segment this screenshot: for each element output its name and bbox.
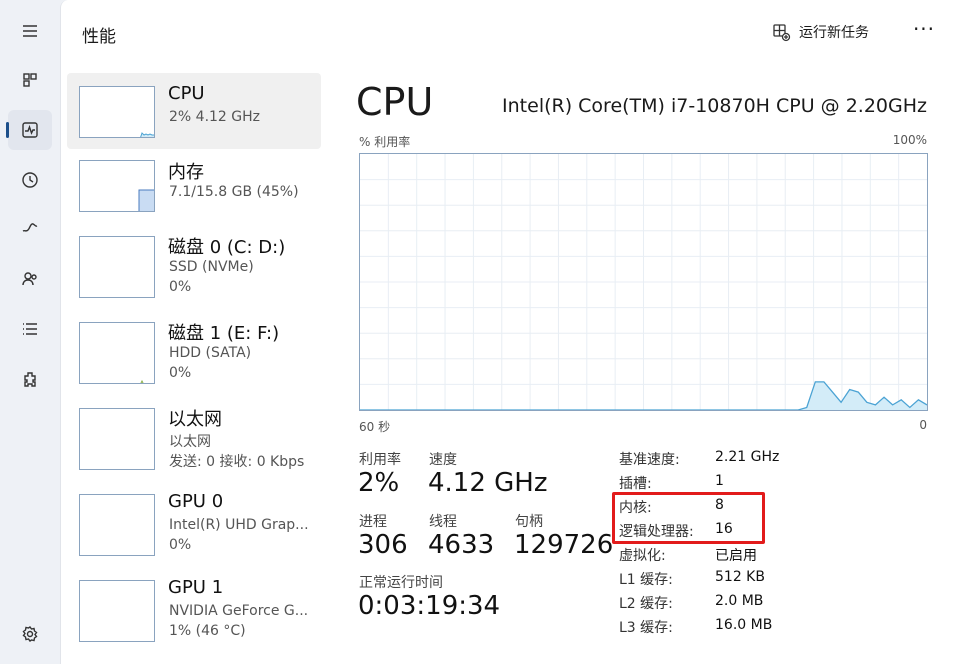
utilization-label: 利用率 xyxy=(359,452,401,468)
device-name: GPU 1 xyxy=(168,577,224,598)
graph-y-max: 100% xyxy=(892,133,927,147)
disk1-thumbnail xyxy=(79,322,155,384)
threads-value: 4633 xyxy=(428,530,495,560)
uptime-label: 正常运行时间 xyxy=(359,575,443,591)
run-new-task-button[interactable]: 运行新任务 xyxy=(771,20,869,44)
startup-apps-icon[interactable] xyxy=(8,209,52,249)
handles-value: 129726 xyxy=(514,530,614,560)
gpu1-thumbnail xyxy=(79,580,155,642)
spec-label: L2 缓存: xyxy=(619,596,673,612)
device-item-gpu0[interactable]: GPU 0 Intel(R) UHD Grap... 0% xyxy=(67,483,321,569)
device-sub: 0% xyxy=(169,537,192,553)
speed-label: 速度 xyxy=(429,452,457,468)
spec-value: 2.21 GHz xyxy=(715,449,780,465)
device-sub: 2% 4.12 GHz xyxy=(169,109,261,125)
device-sub: HDD (SATA) xyxy=(169,345,252,361)
processes-value: 306 xyxy=(358,530,408,560)
graph-time-label: 60 秒 xyxy=(359,420,391,434)
device-sub: 0% xyxy=(169,279,192,295)
device-list: CPU 2% 4.12 GHz 内存 7.1/15.8 GB (45%) 磁盘 … xyxy=(67,73,321,655)
run-new-task-label: 运行新任务 xyxy=(799,25,869,41)
device-sub: 1% (46 °C) xyxy=(169,623,246,639)
device-sub: 7.1/15.8 GB (45%) xyxy=(169,184,299,200)
device-name: 磁盘 1 (E: F:) xyxy=(168,323,280,344)
device-sub: NVIDIA GeForce G... xyxy=(169,603,309,619)
spec-value: 16.0 MB xyxy=(715,617,773,633)
disk0-thumbnail xyxy=(79,236,155,298)
spec-value: 2.0 MB xyxy=(715,593,764,609)
detail-title: CPU xyxy=(356,80,434,124)
cpu-graph-svg xyxy=(360,154,928,411)
details-icon[interactable] xyxy=(8,309,52,349)
graph-zero-label: 0 xyxy=(919,418,927,432)
cpu-model-name: Intel(R) Core(TM) i7-10870H CPU @ 2.20GH… xyxy=(502,95,927,117)
graph-y-label: % 利用率 xyxy=(359,135,411,149)
spec-value: 已启用 xyxy=(715,548,757,564)
device-item-gpu1[interactable]: GPU 1 NVIDIA GeForce G... 1% (46 °C) xyxy=(67,569,321,655)
device-name: 内存 xyxy=(168,162,204,183)
spec-label: L1 缓存: xyxy=(619,572,673,588)
handles-label: 句柄 xyxy=(515,514,543,530)
device-name: 以太网 xyxy=(168,409,222,430)
more-options-button[interactable]: ··· xyxy=(909,19,939,44)
threads-label: 线程 xyxy=(429,514,457,530)
nav-rail xyxy=(0,0,60,664)
cpu-thumbnail xyxy=(79,86,155,138)
processes-icon[interactable] xyxy=(8,60,52,100)
gpu0-thumbnail xyxy=(79,494,155,556)
spec-label: 虚拟化: xyxy=(619,548,666,564)
services-icon[interactable] xyxy=(8,360,52,400)
spec-label: 插槽: xyxy=(619,476,652,492)
device-item-disk0[interactable]: 磁盘 0 (C: D:) SSD (NVMe) 0% xyxy=(67,225,321,311)
uptime-value: 0:03:19:34 xyxy=(358,591,501,621)
device-sub: SSD (NVMe) xyxy=(169,259,254,275)
main-panel: 性能 运行新任务 ··· CPU 2% 4.12 GHz 内存 7.1/15.8… xyxy=(60,0,957,664)
ethernet-thumbnail xyxy=(79,408,155,470)
highlight-box xyxy=(612,492,765,544)
device-name: CPU xyxy=(168,83,205,104)
device-name: 磁盘 0 (C: D:) xyxy=(168,237,286,258)
page-title: 性能 xyxy=(82,27,116,47)
device-sub: 发送: 0 接收: 0 Kbps xyxy=(169,454,305,470)
utilization-value: 2% xyxy=(358,468,400,498)
device-sub: 0% xyxy=(169,365,192,381)
users-icon[interactable] xyxy=(8,259,52,299)
spec-value: 512 KB xyxy=(715,569,765,585)
spec-value: 1 xyxy=(715,473,724,489)
device-item-memory[interactable]: 内存 7.1/15.8 GB (45%) xyxy=(67,149,321,225)
device-sub: 以太网 xyxy=(169,434,211,450)
run-task-icon xyxy=(773,24,791,42)
cpu-utilization-graph xyxy=(359,153,928,411)
device-item-disk1[interactable]: 磁盘 1 (E: F:) HDD (SATA) 0% xyxy=(67,311,321,397)
device-item-ethernet[interactable]: 以太网 以太网 发送: 0 接收: 0 Kbps xyxy=(67,397,321,483)
performance-icon[interactable] xyxy=(6,110,52,150)
device-name: GPU 0 xyxy=(168,491,224,512)
app-history-icon[interactable] xyxy=(8,160,52,200)
settings-icon[interactable] xyxy=(8,614,52,654)
device-sub: Intel(R) UHD Grap... xyxy=(169,517,309,533)
processes-label: 进程 xyxy=(359,514,387,530)
hamburger-icon[interactable] xyxy=(8,11,52,51)
memory-thumbnail xyxy=(79,160,155,212)
speed-value: 4.12 GHz xyxy=(428,468,548,498)
spec-label: 基准速度: xyxy=(619,452,680,468)
device-item-cpu[interactable]: CPU 2% 4.12 GHz xyxy=(67,73,321,149)
spec-label: L3 缓存: xyxy=(619,620,673,636)
